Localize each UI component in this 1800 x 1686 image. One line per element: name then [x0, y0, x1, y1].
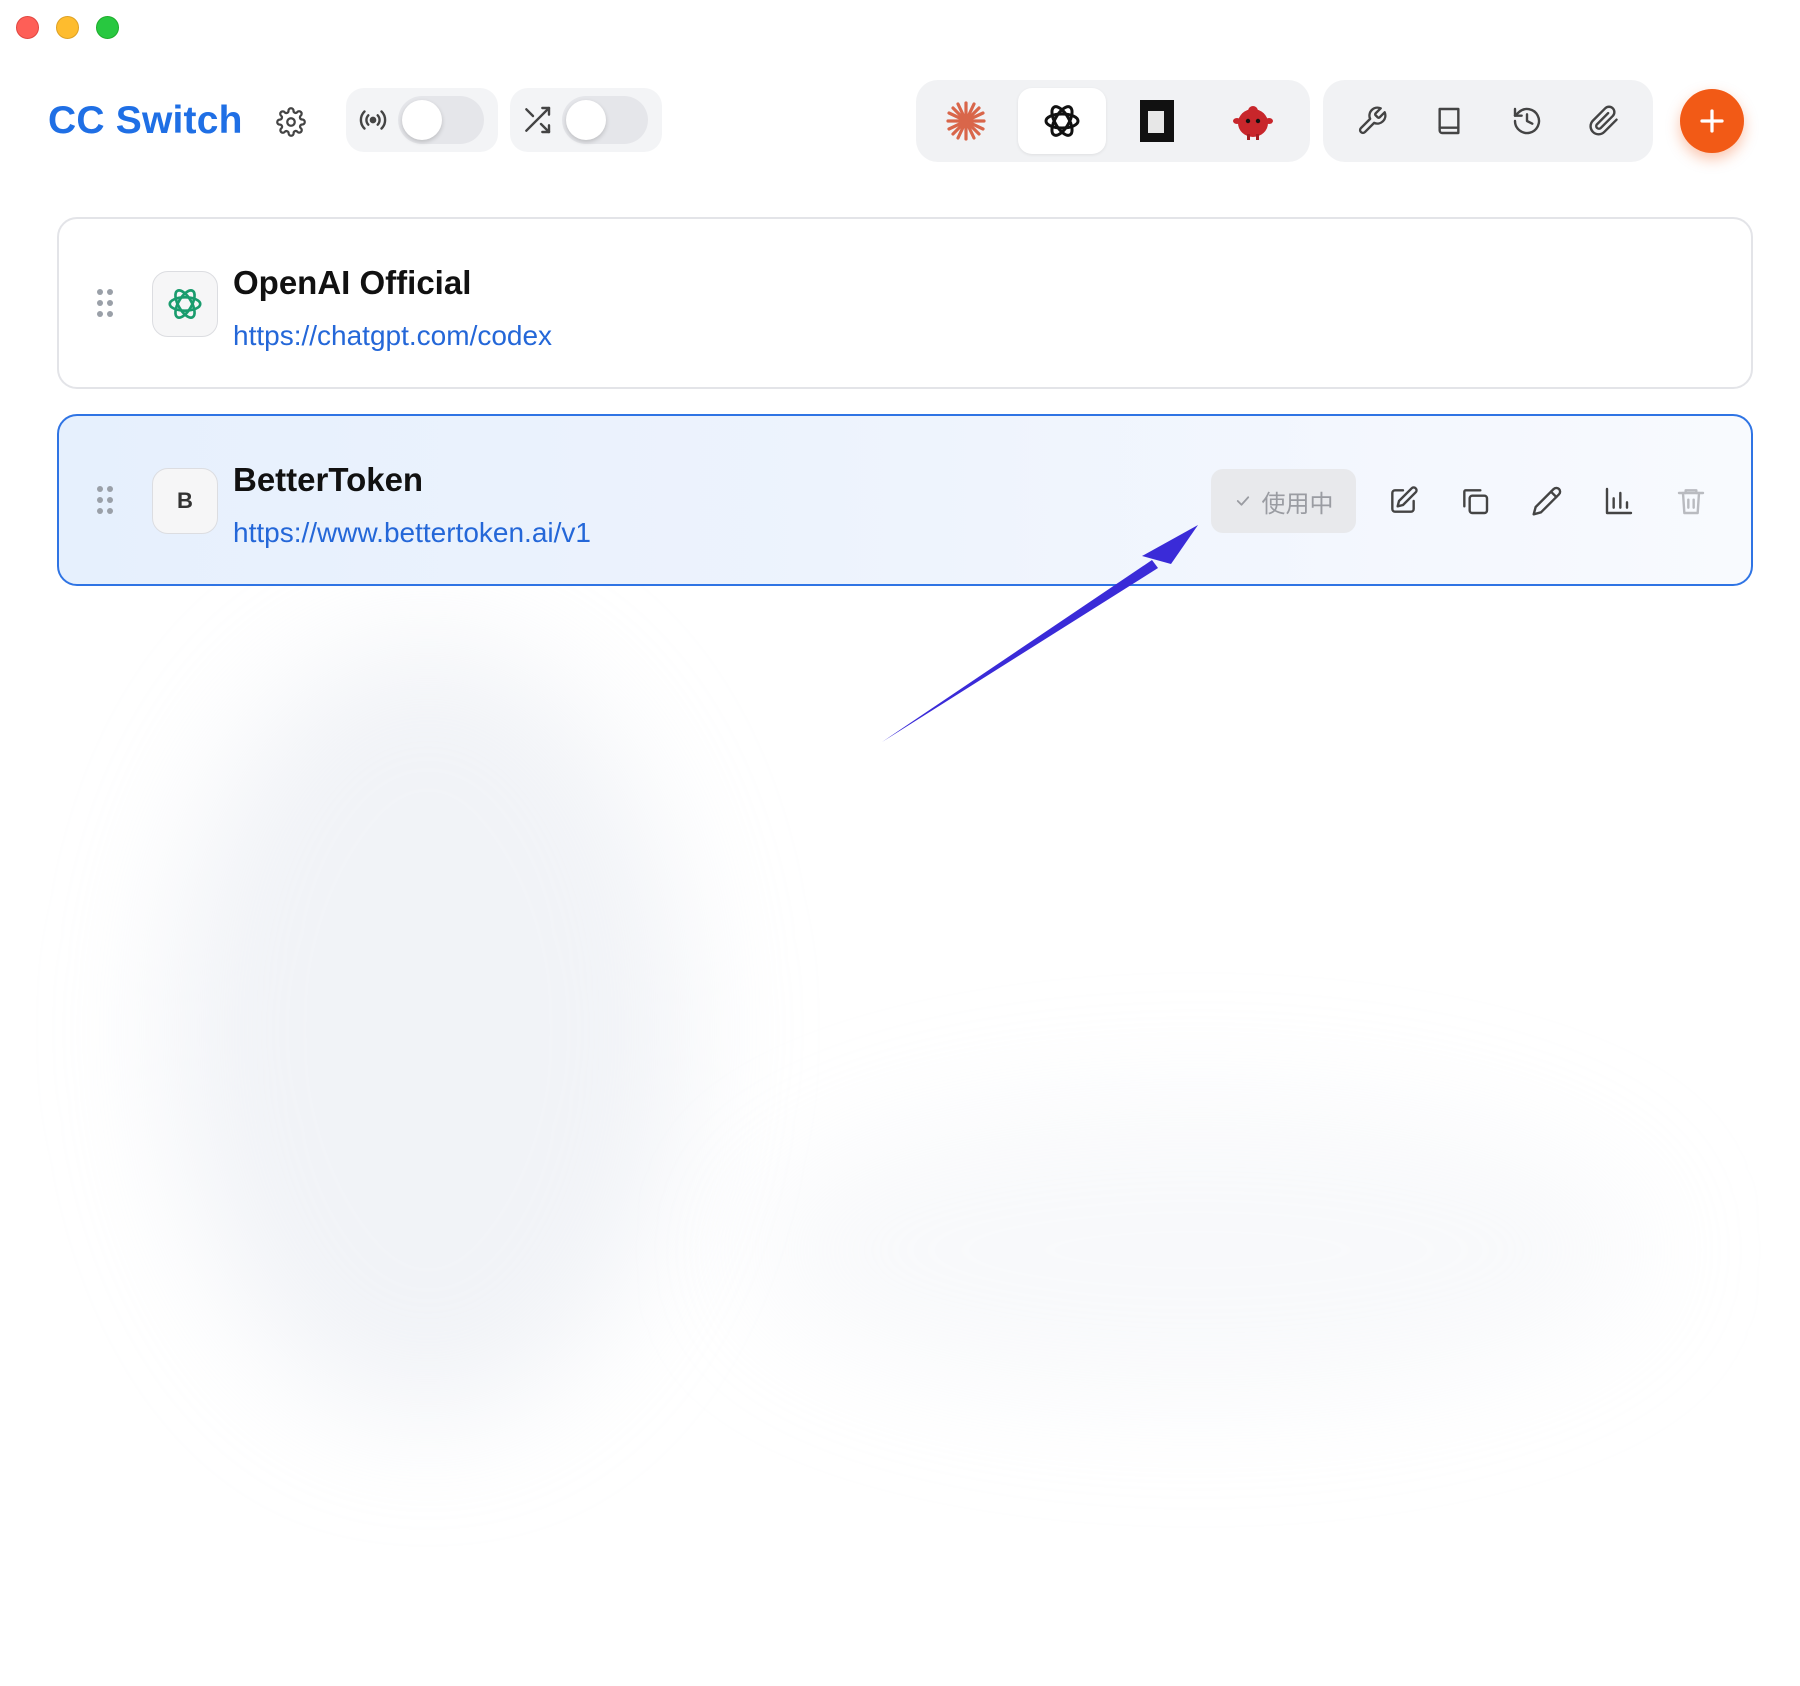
book-icon	[1438, 107, 1460, 135]
maximize-window-button[interactable]	[96, 16, 119, 39]
tools-button[interactable]	[1344, 93, 1400, 149]
in-use-label: 使用中	[1261, 490, 1334, 518]
openai-icon	[1044, 105, 1080, 137]
add-provider-button[interactable]	[1680, 89, 1744, 153]
configure-button[interactable]	[1522, 476, 1572, 526]
shuffle-icon	[520, 103, 554, 137]
copy-icon	[1463, 489, 1489, 515]
arrow-shaft	[882, 560, 1158, 742]
provider-url-link[interactable]: https://www.bettertoken.ai/v1	[233, 516, 591, 550]
provider-url-link[interactable]: https://chatgpt.com/codex	[233, 319, 552, 353]
check-icon	[1236, 496, 1249, 506]
provider-name: OpenAI Official	[233, 264, 472, 301]
tab-openai[interactable]	[1017, 88, 1106, 154]
window-controls	[16, 16, 119, 39]
trash-icon	[1677, 489, 1705, 515]
in-use-button[interactable]: 使用中	[1211, 469, 1356, 533]
duplicate-button[interactable]	[1450, 476, 1500, 526]
bar-chart-icon	[1605, 487, 1633, 515]
provider-actions: 使用中	[1211, 468, 1716, 534]
switch-knob	[402, 100, 442, 140]
failover-toggle-switch[interactable]	[562, 96, 648, 144]
tools-toolbar	[1323, 80, 1653, 162]
proxy-toggle-switch[interactable]	[398, 96, 484, 144]
tab-gemini[interactable]	[1113, 88, 1202, 154]
pencil-icon	[1532, 486, 1562, 516]
proxy-toggle-group	[346, 88, 498, 152]
broadcast-icon	[356, 103, 390, 137]
provider-avatar: B	[152, 468, 218, 534]
failover-toggle-group	[510, 88, 662, 152]
provider-card[interactable]: OpenAI Official https://chatgpt.com/code…	[57, 217, 1753, 389]
app-title: CC Switch	[48, 99, 243, 142]
attachments-button[interactable]	[1576, 93, 1632, 149]
provider-name: BetterToken	[233, 461, 424, 498]
background-haze	[48, 600, 1768, 1500]
openai-icon	[168, 289, 202, 319]
delete-button[interactable]	[1666, 476, 1716, 526]
switch-knob	[566, 100, 606, 140]
drag-handle-icon[interactable]	[97, 486, 115, 516]
close-window-button[interactable]	[16, 16, 39, 39]
app-selector	[916, 80, 1310, 162]
history-button[interactable]	[1499, 93, 1555, 149]
wrench-icon	[1358, 106, 1387, 135]
tab-claude[interactable]	[922, 88, 1011, 154]
usage-stats-button[interactable]	[1594, 476, 1644, 526]
settings-button[interactable]	[272, 103, 310, 141]
edit-button[interactable]	[1378, 476, 1428, 526]
history-icon	[1513, 107, 1540, 135]
drag-handle-icon[interactable]	[97, 289, 115, 319]
minimize-window-button[interactable]	[56, 16, 79, 39]
provider-avatar	[152, 271, 218, 337]
prompts-button[interactable]	[1421, 93, 1477, 149]
claude-icon	[946, 101, 986, 141]
edit-icon	[1391, 486, 1418, 513]
tab-mascot[interactable]	[1209, 88, 1298, 154]
plus-icon	[1700, 109, 1724, 133]
paperclip-icon	[1589, 105, 1618, 136]
provider-card-active[interactable]: B BetterToken https://www.bettertoken.ai…	[57, 414, 1753, 586]
red-mascot-icon	[1232, 106, 1273, 140]
gear-icon	[276, 107, 306, 137]
terminal-block-icon	[1140, 100, 1175, 142]
